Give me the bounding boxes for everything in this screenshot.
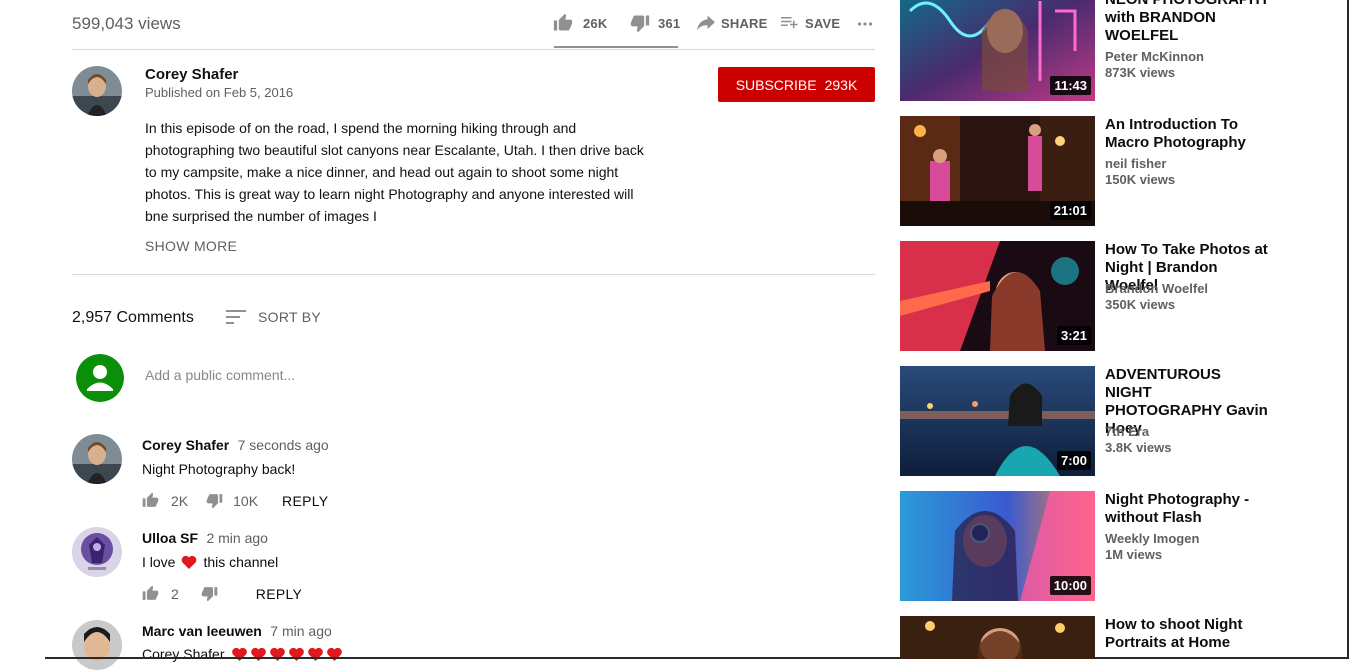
related-views: 150K views [1105,172,1176,187]
sentiment-bar [554,46,678,48]
comment-dislike-count: 10K [233,492,259,509]
dislike-button[interactable]: 361 [630,13,680,33]
divider-top [72,49,875,50]
comment-avatar[interactable] [72,434,122,484]
comment-like-button[interactable]: 2K [142,492,188,509]
divider-description [72,274,875,275]
video-duration: 10:00 [1049,576,1091,595]
thumbs-up-icon [553,13,573,33]
subscriber-count: 293K [824,76,858,93]
comment-like-count: 2 [171,585,179,602]
reply-button[interactable]: REPLY [282,493,328,509]
reply-button[interactable]: REPLY [256,586,302,602]
view-count: 599,043 views [72,14,181,33]
more-actions-icon[interactable] [857,16,873,32]
comment-time[interactable]: 7 min ago [270,623,331,639]
heart-icon [181,555,197,569]
video-duration: 3:21 [1056,326,1091,345]
show-more-button[interactable]: SHOW MORE [145,238,237,254]
publish-date: Published on Feb 5, 2016 [145,85,294,100]
save-button[interactable]: SAVE [781,15,840,31]
comment-author[interactable]: Ulloa SF [142,530,198,546]
comment-text-start: Corey Shafer [142,646,225,662]
related-thumbnail[interactable]: 3:21 [900,241,1095,351]
save-label: SAVE [805,15,841,31]
related-channel[interactable]: Weekly Imogen [1105,531,1199,547]
video-description: In this episode of on the road, I spend … [145,117,665,227]
comment-text: I love this channel [142,554,278,570]
comment-dislike-button[interactable] [201,585,218,602]
comment-actions: 2K 10K REPLY [142,492,328,509]
share-button[interactable]: SHARE [697,15,768,31]
description-line: bne surprised the number of images I [145,208,377,224]
share-icon [697,15,715,31]
sort-by-button[interactable]: SORT BY [226,309,321,325]
thumbs-down-icon [201,585,218,602]
comment-like-count: 2K [171,492,189,509]
related-thumbnail[interactable]: 7:00 [900,366,1095,476]
thumbs-up-icon [142,585,159,602]
related-views: 1M views [1105,547,1163,562]
like-count: 26K [583,15,608,31]
comment-text: Corey Shafer [142,646,343,662]
video-duration: 7:00 [1056,451,1091,470]
related-title[interactable]: An Introduction To Macro Photography [1105,116,1270,152]
sort-label: SORT BY [258,309,322,325]
related-channel[interactable]: Brandon Woelfel [1105,281,1208,297]
related-channel[interactable]: neil fisher [1105,156,1166,172]
comment-text-start: I love [142,554,176,570]
comment-dislike-button[interactable]: 10K [206,492,258,509]
like-button[interactable]: 26K [553,13,607,33]
related-thumbnail[interactable] [900,616,1095,659]
comment-actions: 2 REPLY [142,585,302,602]
thumbs-down-icon [206,492,223,509]
thumbs-down-icon [630,13,650,33]
related-views: 3.8K views [1105,440,1172,455]
related-thumbnail[interactable]: 21:01 [900,116,1095,226]
description-line: photographing two beautiful slot canyons… [145,142,644,158]
related-thumbnail[interactable]: 10:00 [900,491,1095,601]
video-duration: 11:43 [1050,76,1091,95]
sort-icon [226,309,246,325]
comment-text-end: this channel [203,554,279,570]
comment-like-button[interactable]: 2 [142,585,179,602]
related-title[interactable]: Night Photography - without Flash [1105,491,1270,527]
description-line: photos. This is great way to learn night… [145,186,634,202]
related-channel[interactable]: 7th Era [1105,424,1149,440]
share-label: SHARE [721,15,768,31]
playlist-add-icon [781,15,799,31]
comment-author[interactable]: Corey Shafer [142,437,229,453]
comment-avatar[interactable] [72,620,122,670]
comment-text: Night Photography back! [142,461,296,477]
thumbs-up-icon [142,492,159,509]
subscribe-button[interactable]: SUBSCRIBE 293K [718,67,875,102]
description-line: In this episode of on the road, I spend … [145,120,577,136]
comment-header: Marc van leeuwen 7 min ago [142,623,332,641]
user-avatar-icon [76,354,124,402]
related-views: 873K views [1105,65,1176,80]
comment-time[interactable]: 2 min ago [206,530,267,546]
dislike-count: 361 [658,15,681,31]
video-duration: 21:01 [1049,201,1091,220]
related-thumbnail[interactable]: 11:43 [900,0,1095,101]
comment-time[interactable]: 7 seconds ago [238,437,329,453]
comment-count: 2,957 Comments [72,309,194,326]
related-channel[interactable]: Peter McKinnon [1105,49,1204,65]
comment-author[interactable]: Marc van leeuwen [142,623,262,639]
related-title[interactable]: How to shoot Night Portraits at Home [1105,616,1270,652]
add-comment-input[interactable]: Add a public comment... [145,367,845,383]
channel-name[interactable]: Corey Shafer [145,66,238,83]
comment-avatar[interactable] [72,527,122,577]
subscribe-label: SUBSCRIBE [735,76,817,93]
related-title[interactable]: NEON PHOTOGRAPHY with BRANDON WOELFEL [1105,0,1270,45]
comment-header: Ulloa SF 2 min ago [142,530,268,548]
comment-header: Corey Shafer 7 seconds ago [142,437,329,455]
description-line: to my campsite, make a nice dinner, and … [145,164,619,180]
channel-avatar[interactable] [72,66,122,116]
related-views: 350K views [1105,297,1176,312]
